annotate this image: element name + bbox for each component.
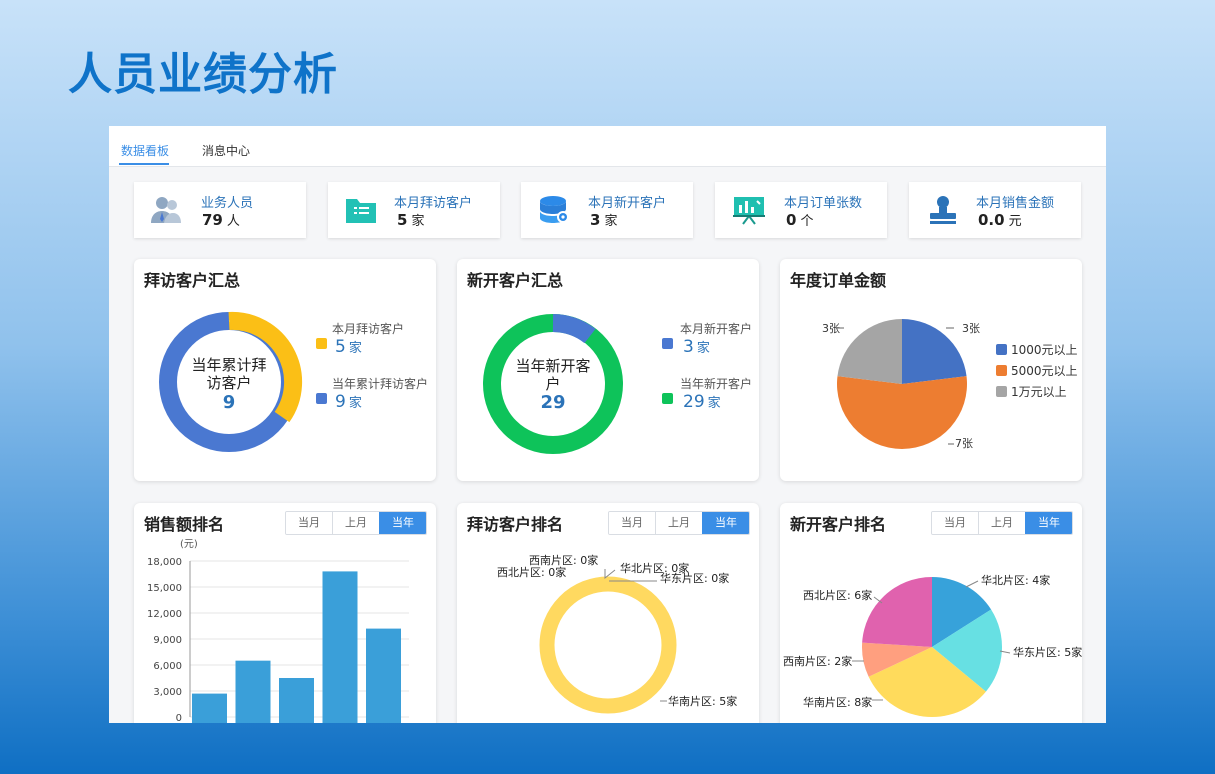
- stat-label: 本月销售金额: [976, 196, 1055, 211]
- pie-slice: [862, 577, 932, 647]
- y-tick-label: 12,000: [147, 609, 182, 620]
- stat-value: 5家: [397, 211, 425, 229]
- donut-center-value: 9: [222, 392, 236, 413]
- y-tick-label: 15,000: [147, 583, 182, 594]
- stamp-icon: [930, 196, 956, 224]
- orders-pie-chart: 3张7张3张1000元以上5000元以上1万元以上: [822, 319, 1078, 450]
- legend-swatch: [662, 393, 673, 404]
- pie-label: 华东片区: 5家: [1013, 645, 1082, 659]
- stat-value: 0个: [786, 211, 814, 229]
- page-title: 人员业绩分析: [68, 49, 338, 100]
- bar: [322, 571, 358, 723]
- bar: [366, 628, 401, 723]
- legend-swatch: [316, 338, 327, 349]
- pie-label: 西北片区: 6家: [803, 588, 872, 602]
- pie-slice: [902, 319, 967, 384]
- ring-label: 华东片区: 0家: [660, 571, 729, 585]
- legend-value: 5家: [335, 337, 362, 357]
- stat-value: 3家: [590, 211, 618, 229]
- ring-label: 华南片区: 5家: [668, 694, 737, 708]
- stat-card-staff: 业务人员 79 人: [134, 182, 306, 238]
- visit-ranking-ring-chart: 华北片区: 0家华东片区: 0家华南片区: 5家西北片区: 0家西南片区: 0家: [497, 553, 737, 714]
- stat-card-new-customers: 本月新开客户 3家: [521, 182, 693, 238]
- pie-label: 华南片区: 8家: [803, 695, 872, 709]
- database-gear-icon: [540, 196, 569, 223]
- legend-label: 1万元以上: [1011, 385, 1067, 399]
- y-tick-label: 9,000: [153, 635, 182, 646]
- legend-label: 本月新开客户: [680, 322, 753, 336]
- legend-swatch: [316, 393, 327, 404]
- legend-label: 1000元以上: [1011, 343, 1078, 357]
- legend-label: 本月拜访客户: [332, 322, 405, 336]
- stat-card-visits: 本月拜访客户 5家: [328, 182, 500, 238]
- legend-value: 3家: [683, 337, 710, 357]
- legend-swatch: [662, 338, 673, 349]
- pie-value-label: 7张: [955, 437, 973, 450]
- legend-swatch: [996, 344, 1007, 355]
- legend-swatch: [996, 386, 1007, 397]
- pie-slice: [837, 319, 902, 384]
- y-tick-label: 0: [176, 713, 182, 723]
- stat-card-sales: 本月销售金额 0.0 元: [909, 182, 1081, 238]
- y-tick-label: 6,000: [153, 661, 182, 672]
- stat-value: 79 人: [202, 211, 240, 229]
- tab-message-center[interactable]: 消息中心: [202, 142, 250, 159]
- ring-segment: [539, 576, 677, 714]
- tab-bar: 数据看板 消息中心: [109, 126, 1106, 167]
- donut-center-label: 当年累计拜访客户: [191, 356, 267, 392]
- card-new-customer-summary: 新开客户汇总 当年新开客户 29 本月新开客户 3家 当年新开客户 29 家: [457, 259, 759, 481]
- legend-label: 5000元以上: [1011, 364, 1078, 378]
- pie-label: 华北片区: 4家: [981, 573, 1050, 587]
- card-sales-ranking: 销售额排名 当月 上月 当年 (元) 0 3,000 6,000 9,000 12,000…: [134, 503, 436, 723]
- sales-bar-chart: (元) 0 3,000 6,000 9,000 12,000 15,000 18,000: [147, 539, 409, 723]
- card-visit-ranking: 拜访客户排名 当月 上月 当年 华北片区: 0家 华东片区: 0家 华南片区: 5家…: [457, 503, 759, 723]
- legend-label: 当年新开客户: [680, 377, 753, 391]
- pie-slice: [837, 376, 967, 449]
- pie-value-label: 3张: [962, 322, 980, 335]
- new-customer-donut-chart: [483, 314, 623, 454]
- pie-label: 西南片区: 2家: [783, 654, 852, 668]
- legend-value: 9家: [335, 392, 362, 412]
- stat-label: 业务人员: [201, 196, 254, 211]
- new-customer-pie-chart: 华北片区: 4家华东片区: 5家华南片区: 8家 西南片区: 2家 西北片区: 6家: [783, 573, 1082, 717]
- y-axis-unit: (元): [180, 539, 198, 550]
- visit-donut-chart: [159, 311, 303, 452]
- ring-label: 西南片区: 0家: [529, 553, 598, 567]
- card-new-customer-ranking: 新开客户排名 当月 上月 当年 华北片区: 4家 华东片区: 5家 华南片区: 8家…: [780, 503, 1082, 723]
- tab-data-board[interactable]: 数据看板: [121, 142, 169, 159]
- active-tab-indicator: [119, 163, 169, 165]
- card-annual-orders: 年度订单金额 3张 7张 3张 1000元以上 5000元以上 1万元以上: [780, 259, 1082, 481]
- legend-swatch: [996, 365, 1007, 376]
- stat-label: 本月订单张数: [784, 196, 863, 211]
- bar: [235, 660, 271, 723]
- y-tick-label: 18,000: [147, 557, 182, 568]
- donut-center-value: 29: [540, 392, 566, 413]
- stat-label: 本月拜访客户: [394, 196, 473, 211]
- folder-list-icon: [346, 199, 376, 223]
- y-tick-label: 3,000: [153, 687, 182, 698]
- presentation-board-icon: [733, 197, 765, 225]
- donut-segment-month: [552, 314, 596, 344]
- stat-value: 0.0 元: [978, 211, 1022, 229]
- stat-card-orders: 本月订单张数 0个: [715, 182, 887, 238]
- donut-center-label: 当年新开客户: [515, 357, 591, 393]
- bar: [192, 693, 227, 723]
- users-icon: [151, 197, 181, 223]
- legend-label: 当年累计拜访客户: [332, 377, 429, 391]
- legend-value: 29 家: [683, 392, 721, 412]
- dashboard-screen: 数据看板 消息中心 业务人员 79人 本月拜访客户 5家 本月新开客户 3家: [109, 126, 1106, 723]
- card-visit-summary: 拜访客户汇总 当年累计拜访客户 9 本月拜访客户 5家 当年累计拜访客户 9家: [134, 259, 436, 481]
- ring-label: 西北片区: 0家: [497, 565, 566, 579]
- bar: [279, 678, 314, 723]
- stat-label: 本月新开客户: [588, 196, 667, 211]
